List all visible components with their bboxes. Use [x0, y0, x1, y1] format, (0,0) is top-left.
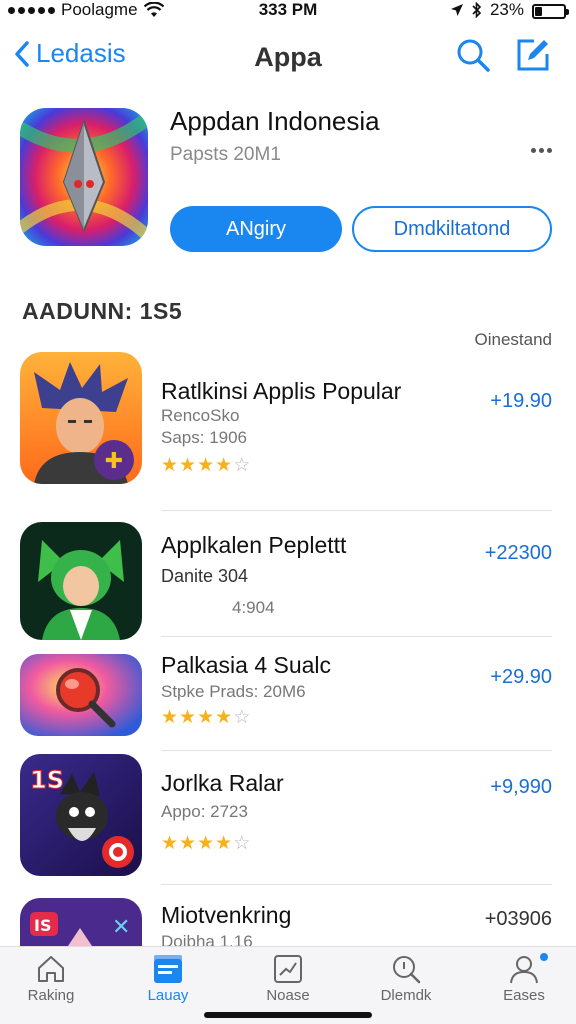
featured-app-title: Appdan Indonesia — [170, 106, 380, 136]
list-item[interactable]: IS ✕ Miotvenkring Doibha 1.16 +03906 — [0, 896, 576, 946]
tab-label: Eases — [503, 987, 545, 1004]
tab-dlemdk[interactable]: Dlemdk — [356, 953, 456, 1013]
profile-icon — [510, 956, 538, 984]
app-icon-1: ✚ — [20, 352, 142, 484]
star-icon: ★ — [215, 455, 234, 476]
compose-button[interactable] — [514, 36, 552, 74]
divider — [161, 884, 552, 885]
price-button[interactable]: +19.90 — [490, 390, 552, 413]
tab-label: Raking — [27, 987, 75, 1004]
star-icon: ★ — [197, 455, 216, 476]
tab-noase[interactable]: Noase — [238, 953, 338, 1013]
tab-label: Lauay — [147, 987, 189, 1004]
tab-ranking[interactable]: Raking — [1, 953, 101, 1013]
location-icon — [450, 4, 463, 16]
section-title: AADUNN: 1S5 — [22, 298, 183, 324]
app-name: Miotvenkring — [161, 902, 292, 928]
svg-text:✕: ✕ — [112, 915, 130, 940]
secondary-action-button[interactable]: Dmdkiltatond — [352, 206, 552, 252]
status-bar: Poolagme 333 PM 23% — [0, 0, 576, 22]
more-options-button[interactable] — [527, 140, 555, 160]
tab-bar: Raking Lauay Noase Dlemdk Eases — [0, 946, 576, 1024]
tab-eases[interactable]: Eases — [474, 953, 574, 1013]
app-icon-3 — [20, 654, 142, 736]
price-button[interactable]: +22300 — [485, 542, 552, 565]
featured-app-icon[interactable] — [20, 108, 148, 246]
star-icon: ★ — [179, 833, 198, 854]
app-name: Palkasia 4 Sualc — [161, 652, 332, 678]
app-developer: RencoSko — [161, 406, 240, 425]
app-name: Ratlkinsi Applis Popular — [161, 378, 402, 404]
compose-icon — [517, 39, 549, 71]
home-icon — [38, 956, 64, 982]
battery-label: 23% — [489, 0, 524, 19]
notification-badge — [540, 953, 548, 961]
app-icon-5: IS ✕ — [20, 898, 142, 946]
list-item[interactable]: Palkasia 4 Sualc Stpke Prads: 20M6 ★★★★☆… — [0, 652, 576, 742]
star-icon: ★ — [215, 707, 234, 728]
app-name: Jorlka Ralar — [161, 770, 284, 796]
star-icon: ☆ — [233, 455, 252, 476]
star-icon: ★ — [197, 833, 216, 854]
bluetooth-icon — [472, 2, 482, 18]
tab-lauay[interactable]: Lauay — [118, 953, 218, 1013]
price-button[interactable]: +9,990 — [490, 776, 552, 799]
list-item[interactable]: 1S Jorlka Ralar Appo: 2723 ★★★★☆ +9,990 — [0, 754, 576, 878]
price-button[interactable]: +29.90 — [490, 666, 552, 689]
app-icon-2 — [20, 522, 142, 640]
star-icon: ☆ — [233, 833, 252, 854]
list-item[interactable]: ✚ Ratlkinsi Applis Popular RencoSko Saps… — [0, 350, 576, 490]
star-icon: ★ — [179, 455, 198, 476]
tab-label: Noase — [266, 987, 310, 1004]
see-all-link[interactable]: Oinestand — [475, 330, 553, 350]
home-indicator — [204, 1012, 372, 1018]
search-icon — [393, 956, 421, 984]
app-developer: Danite 304 — [161, 566, 249, 586]
star-rating: ★★★★☆ — [161, 454, 251, 477]
app-developer: Doibha 1.16 — [161, 932, 253, 946]
battery-fill — [535, 6, 542, 16]
status-right: 23% — [450, 0, 569, 20]
divider — [161, 636, 552, 637]
star-icon: ★ — [179, 707, 198, 728]
svg-text:✚: ✚ — [105, 449, 123, 474]
apps-icon — [154, 955, 182, 983]
svg-text:1S: 1S — [30, 766, 64, 794]
star-icon: ★ — [161, 455, 180, 476]
star-icon: ★ — [197, 707, 216, 728]
tab-label: Dlemdk — [380, 987, 432, 1004]
app-size: 4:904 — [232, 598, 275, 617]
app-name: Applkalen Peplettt — [161, 532, 347, 558]
battery-icon — [532, 3, 569, 19]
star-icon: ★ — [215, 833, 234, 854]
price-button[interactable]: +03906 — [485, 908, 552, 931]
app-size: Saps: 1906 — [161, 428, 248, 447]
star-icon: ★ — [161, 833, 180, 854]
get-button[interactable]: ANgiry — [170, 206, 342, 252]
svg-text:IS: IS — [34, 916, 51, 935]
nav-bar: Ledasis Appa — [0, 30, 576, 80]
app-developer: Stpke Prads: 20M6 — [161, 682, 306, 701]
star-rating: ★★★★☆ — [161, 706, 251, 729]
list-item[interactable]: Applkalen Peplettt Danite 304 4:904 +223… — [0, 520, 576, 640]
star-rating: ★★★★☆ — [161, 832, 251, 855]
divider — [161, 750, 552, 751]
search-icon — [457, 39, 490, 72]
search-button[interactable] — [454, 36, 492, 74]
chart-icon — [274, 955, 302, 983]
featured-app-subtitle: Papsts 20M1 — [170, 144, 281, 165]
app-developer: Appo: 2723 — [161, 802, 248, 821]
star-icon: ★ — [161, 707, 180, 728]
divider — [161, 510, 552, 511]
app-icon-4: 1S — [20, 754, 142, 876]
star-icon: ☆ — [233, 707, 252, 728]
